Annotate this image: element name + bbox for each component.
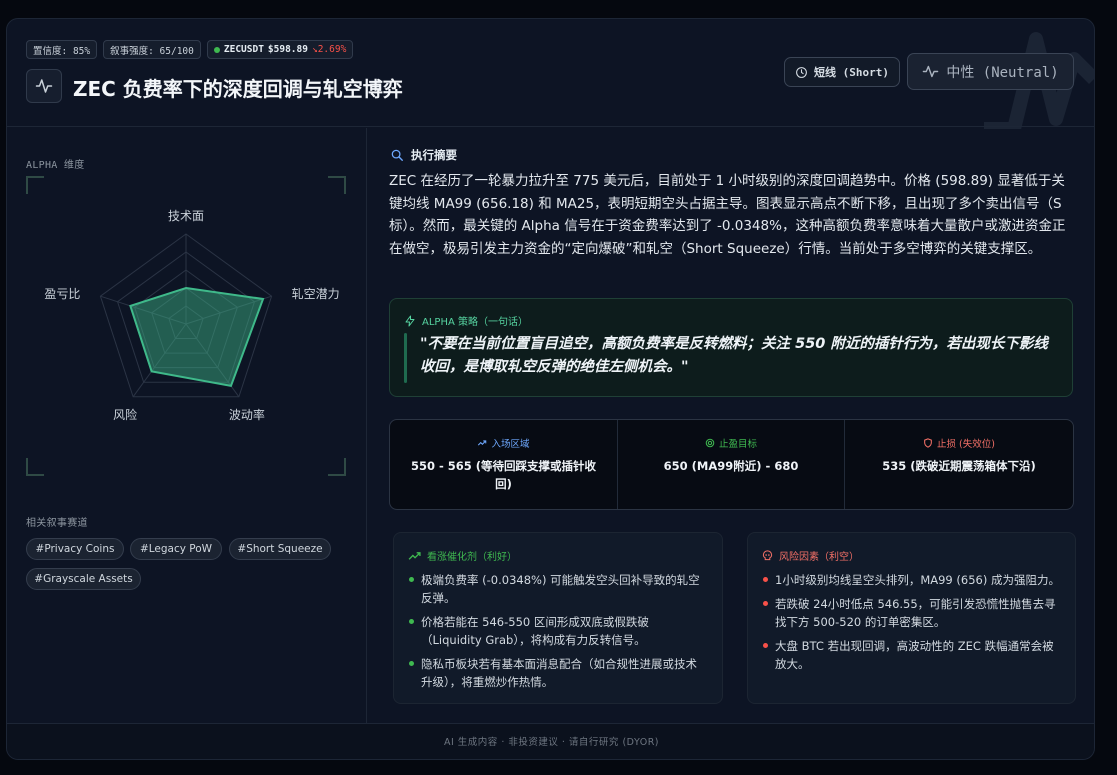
timeframe-label: 短线 (Short)	[814, 66, 889, 79]
take-profit-label-text: 止盈目标	[718, 439, 757, 450]
alpha-strategy-heading: ALPHA 策略（一句话）	[404, 313, 528, 328]
shield-icon	[924, 438, 932, 448]
entry-zone: 入场区域 550 - 565 (等待回踩支撑或插针收回)	[390, 420, 617, 509]
ticker-badge[interactable]: ZECUSDT $598.89 ↘2.69%	[206, 40, 354, 59]
tag-grayscale-assets[interactable]: #Grayscale Assets	[26, 568, 141, 590]
trade-zones: 入场区域 550 - 565 (等待回踩支撑或插针收回) 止盈目标 650 (M…	[389, 419, 1074, 510]
radar-chart: 技术面轧空潜力波动率 风险 盈亏比	[26, 176, 346, 476]
list-item: 若跌破 24小时低点 546.55，可能引发恐慌性抛售去寻找下方 500-520…	[762, 595, 1062, 631]
alpha-strategy-heading-text: ALPHA 策略（一句话）	[422, 317, 528, 328]
radar-corner-tl	[26, 176, 44, 194]
stop-loss-label: 止损 (失效位)	[845, 436, 1073, 450]
tag-legacy-pow[interactable]: #Legacy PoW	[130, 538, 222, 560]
radar-corner-br	[328, 458, 346, 476]
entry-arrow-icon	[478, 440, 487, 446]
risk-factors-box: 风险因素（利空） 1小时级别均线呈空头排列，MA99 (656) 成为强阻力。 …	[747, 532, 1076, 704]
tag-privacy-coins[interactable]: #Privacy Coins	[26, 538, 124, 560]
bullish-catalysts-box: 看涨催化剂（利好） 极端负费率 (-0.0348%) 可能触发空头回补导致的轧空…	[393, 532, 723, 704]
alpha-strategy-box: ALPHA 策略（一句话） "不要在当前位置盲目追空，高额负费率是反转燃料；关注…	[389, 298, 1073, 397]
bullish-catalysts-list: 极端负费率 (-0.0348%) 可能触发空头回补导致的轧空反弹。 价格若能在 …	[408, 571, 708, 697]
header: 置信度: 85% 叙事强度: 65/100 ZECUSDT $598.89 ↘2…	[7, 19, 1094, 127]
take-profit-label: 止盈目标	[618, 436, 844, 450]
ticker-symbol: ZECUSDT	[223, 44, 264, 55]
radar-axis-label: 波动率	[229, 407, 265, 422]
alpha-strategy-text: "不要在当前位置盲目追空，高额负费率是反转燃料；关注 550 附近的插针行为，若…	[420, 336, 1048, 375]
radar-axis-label: 盈亏比	[44, 287, 80, 301]
alpha-dimension-label: ALPHA 维度	[26, 160, 85, 171]
radar-axis-label: 技术面	[168, 209, 204, 223]
risk-factors-heading-text: 风险因素（利空）	[779, 552, 859, 563]
summary-text: ZEC 在经历了一轮暴力拉升至 775 美元后，目前处于 1 小时级别的深度回调…	[389, 173, 1066, 257]
activity-icon	[26, 69, 62, 103]
right-panel: 执行摘要 ZEC 在经历了一轮暴力拉升至 775 美元后，目前处于 1 小时级别…	[368, 128, 1094, 723]
related-narratives-label: 相关叙事赛道	[26, 518, 88, 529]
narrative-strength-badge: 叙事强度: 65/100	[103, 40, 201, 59]
list-item: 大盘 BTC 若出现回调，高波动性的 ZEC 跌幅通常会被放大。	[762, 637, 1062, 673]
live-dot-icon	[213, 46, 220, 53]
list-item: 隐私币板块若有基本面消息配合（如合规性进展或技术升级），将重燃炒作热情。	[408, 655, 708, 691]
clock-icon	[796, 66, 807, 78]
entry-zone-value: 550 - 565 (等待回踩支撑或插针收回)	[410, 459, 597, 491]
summary-heading: 执行摘要	[390, 147, 457, 163]
timeframe-button[interactable]: 短线 (Short)	[784, 57, 900, 87]
bullish-catalysts-heading: 看涨催化剂（利好）	[408, 548, 517, 563]
bullish-catalysts-heading-text: 看涨催化剂（利好）	[427, 552, 517, 563]
trending-up-icon	[408, 552, 421, 560]
page-title: ZEC 负费率下的深度回调与轧空博弈	[73, 77, 403, 101]
sentiment-label: 中性 (Neutral)	[946, 64, 1059, 81]
summary-heading-text: 执行摘要	[411, 148, 457, 162]
search-icon	[391, 149, 403, 161]
list-item: 价格若能在 546-550 区间形成双底或假跌破（Liquidity Grab）…	[408, 613, 708, 649]
narrative-strength-text: 叙事强度: 65/100	[110, 45, 194, 57]
analysis-card: 置信度: 85% 叙事强度: 65/100 ZECUSDT $598.89 ↘2…	[6, 18, 1095, 760]
take-profit-zone: 止盈目标 650 (MA99附近) - 680	[617, 420, 844, 509]
radar-corner-bl	[26, 458, 44, 476]
radar-axis-label: 轧空潜力	[292, 287, 340, 301]
footer-disclaimer: AI 生成内容 · 非投资建议 · 请自行研究 (DYOR)	[7, 723, 1094, 759]
skull-icon	[762, 550, 773, 561]
lightning-icon	[405, 315, 415, 326]
entry-zone-label: 入场区域	[390, 436, 617, 450]
radar-value-area	[129, 286, 265, 388]
confidence-badge: 置信度: 85%	[26, 40, 98, 59]
stop-loss-label-text: 止损 (失效位)	[937, 439, 995, 450]
ticker-change: ↘2.69%	[311, 44, 347, 55]
pulse-icon	[923, 65, 939, 78]
confidence-text: 置信度: 85%	[33, 45, 91, 57]
stop-loss-zone: 止损 (失效位) 535 (跌破近期震荡箱体下沿)	[844, 420, 1073, 509]
stop-loss-value: 535 (跌破近期震荡箱体下沿)	[882, 459, 1036, 473]
badge-row: 置信度: 85% 叙事强度: 65/100 ZECUSDT $598.89 ↘2…	[26, 40, 354, 59]
sentiment-button[interactable]: 中性 (Neutral)	[907, 53, 1074, 90]
quote-bar	[404, 333, 407, 383]
radar-corner-tr	[328, 176, 346, 194]
left-panel: ALPHA 维度 技术面轧空潜力波动率 风险 盈亏比 相关叙事赛道 #Privacy…	[7, 128, 367, 723]
risk-factors-heading: 风险因素（利空）	[762, 548, 859, 563]
ticker-price: $598.89	[267, 44, 308, 55]
list-item: 极端负费率 (-0.0348%) 可能触发空头回补导致的轧空反弹。	[408, 571, 708, 607]
risk-factors-list: 1小时级别均线呈空头排列，MA99 (656) 成为强阻力。 若跌破 24小时低…	[762, 571, 1062, 679]
radar-axis-label: 风险	[113, 407, 137, 422]
tag-short-squeeze[interactable]: #Short Squeeze	[229, 538, 331, 560]
list-item: 1小时级别均线呈空头排列，MA99 (656) 成为强阻力。	[762, 571, 1062, 589]
entry-zone-label-text: 入场区域	[491, 439, 530, 450]
target-icon	[705, 438, 715, 448]
take-profit-value: 650 (MA99附近) - 680	[663, 459, 799, 473]
